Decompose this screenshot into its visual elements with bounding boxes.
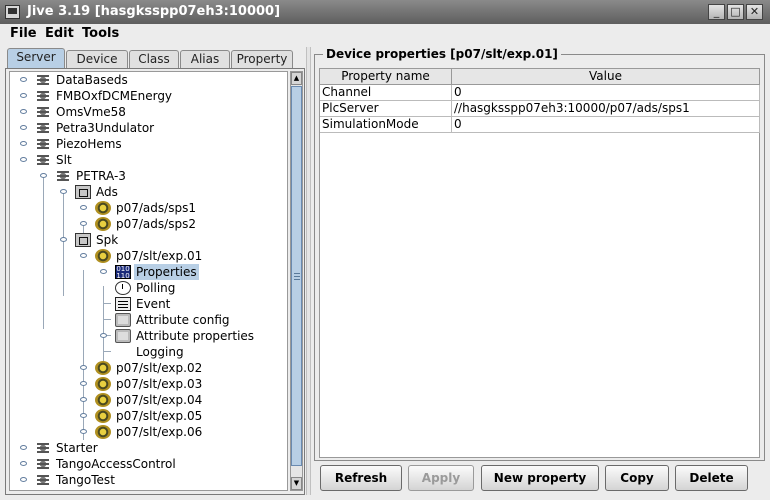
tree-node-device-selected[interactable]: p07/slt/exp.01 (80, 248, 280, 264)
tree-node-server[interactable]: TangoAccessControl (20, 456, 280, 472)
server-icon (35, 153, 51, 167)
right-panel: Device properties [p07/slt/exp.01] Prope… (312, 47, 765, 495)
tree-node-device[interactable]: p07/slt/exp.04 (80, 392, 280, 408)
tree-scrollbar[interactable]: ▲ ▼ (290, 71, 303, 491)
tab-server[interactable]: Server (7, 48, 65, 69)
tree-node-server[interactable]: DataBaseds (20, 72, 280, 88)
tab-class[interactable]: Class (129, 50, 179, 69)
tree-node-device[interactable]: p07/slt/exp.06 (80, 424, 280, 440)
class-icon (75, 233, 91, 247)
server-icon (35, 137, 51, 151)
tree-node-logging[interactable]: Logging (100, 344, 280, 360)
tree-node-class[interactable]: Spk (60, 232, 280, 248)
device-icon (95, 409, 111, 423)
device-properties-group: Device properties [p07/slt/exp.01] Prope… (314, 47, 765, 461)
menu-tools[interactable]: Tools (82, 26, 119, 41)
table-cell-value[interactable]: 0 (452, 85, 760, 101)
tab-bar: Server Device Class Alias Property (5, 47, 305, 69)
panel-title: Device properties [p07/slt/exp.01] (323, 47, 561, 61)
table-cell-value[interactable]: //hasgksspp07eh3:10000/p07/ads/sps1 (452, 101, 760, 117)
column-header-value[interactable]: Value (452, 69, 760, 85)
button-bar: Refresh Apply New property Copy Delete (312, 465, 765, 493)
server-icon (55, 169, 71, 183)
menu-edit[interactable]: Edit (45, 26, 74, 41)
tree-node-instance[interactable]: PETRA-3 (40, 168, 280, 184)
window-title: Jive 3.19 [hasgksspp07eh3:10000] (27, 4, 281, 19)
device-icon (95, 361, 111, 375)
server-icon (35, 105, 51, 119)
tree-node-server[interactable]: Petra3Undulator (20, 120, 280, 136)
title-bar: Jive 3.19 [hasgksspp07eh3:10000] _ □ ✕ (0, 0, 770, 24)
server-icon (35, 73, 51, 87)
scroll-up-icon[interactable]: ▲ (291, 72, 302, 85)
attribute-icon (115, 329, 131, 343)
tree-node-properties[interactable]: 010 110 Properties (100, 264, 280, 280)
tree-node-server[interactable]: FMBOxfDCMEnergy (20, 88, 280, 104)
server-icon (35, 473, 51, 487)
tree-node-attribute-properties[interactable]: Attribute properties (100, 328, 280, 344)
copy-button[interactable]: Copy (605, 465, 669, 491)
properties-icon: 010 110 (115, 265, 131, 280)
tree-node-class[interactable]: Ads (60, 184, 280, 200)
device-icon (95, 393, 111, 407)
tree-node-device[interactable]: p07/ads/sps1 (80, 200, 280, 216)
device-icon (95, 249, 111, 263)
tree-node-device[interactable]: p07/ads/sps2 (80, 216, 280, 232)
scroll-thumb[interactable] (291, 86, 302, 466)
table-cell-value[interactable]: 0 (452, 117, 760, 133)
tree-node-event[interactable]: Event (100, 296, 280, 312)
table-cell-name[interactable]: PlcServer (320, 101, 452, 117)
class-icon (75, 185, 91, 199)
tab-device[interactable]: Device (66, 50, 128, 69)
tree-node-server[interactable]: TangoTest (20, 472, 280, 488)
left-panel: Server Device Class Alias Property DataB… (5, 47, 305, 495)
table-cell-name[interactable]: Channel (320, 85, 452, 101)
device-icon (95, 425, 111, 439)
tree-node-server[interactable]: Starter (20, 440, 280, 456)
menu-file[interactable]: File (10, 26, 37, 41)
delete-button[interactable]: Delete (675, 465, 748, 491)
server-icon (35, 457, 51, 471)
app-icon (5, 5, 20, 19)
minimize-icon[interactable]: _ (708, 4, 725, 20)
tree-node-server[interactable]: OmsVme58 (20, 104, 280, 120)
device-icon (95, 377, 111, 391)
scroll-down-icon[interactable]: ▼ (291, 477, 302, 490)
tree-node-polling[interactable]: Polling (100, 280, 280, 296)
tab-alias[interactable]: Alias (180, 50, 230, 69)
server-tree: DataBaseds FMBOxfDCMEnergy OmsVme58 Petr… (9, 71, 288, 491)
tab-property[interactable]: Property (231, 50, 293, 69)
attribute-icon (115, 313, 131, 327)
new-property-button[interactable]: New property (481, 465, 599, 491)
maximize-icon[interactable]: □ (727, 4, 744, 20)
close-icon[interactable]: ✕ (746, 4, 763, 20)
split-divider[interactable] (306, 47, 311, 495)
apply-button[interactable]: Apply (408, 465, 474, 491)
server-icon (35, 121, 51, 135)
tree-node-server[interactable]: PiezoHems (20, 136, 280, 152)
menu-bar: File Edit Tools (0, 24, 770, 44)
tree-node-attribute-config[interactable]: Attribute config (100, 312, 280, 328)
tree-node-device[interactable]: p07/slt/exp.05 (80, 408, 280, 424)
column-header-name[interactable]: Property name (320, 69, 452, 85)
table-cell-name[interactable]: SimulationMode (320, 117, 452, 133)
event-icon (115, 297, 131, 311)
tree-container: DataBaseds FMBOxfDCMEnergy OmsVme58 Petr… (5, 68, 305, 495)
server-icon (35, 89, 51, 103)
tree-node-device[interactable]: p07/slt/exp.02 (80, 360, 280, 376)
device-icon (95, 217, 111, 231)
server-icon (35, 441, 51, 455)
properties-table[interactable]: Property name Value Channel 0 PlcServer … (319, 68, 760, 458)
clock-icon (115, 281, 131, 295)
tree-node-device[interactable]: p07/slt/exp.03 (80, 376, 280, 392)
device-icon (95, 201, 111, 215)
tree-node-server[interactable]: Slt (20, 152, 280, 168)
refresh-button[interactable]: Refresh (320, 465, 402, 491)
